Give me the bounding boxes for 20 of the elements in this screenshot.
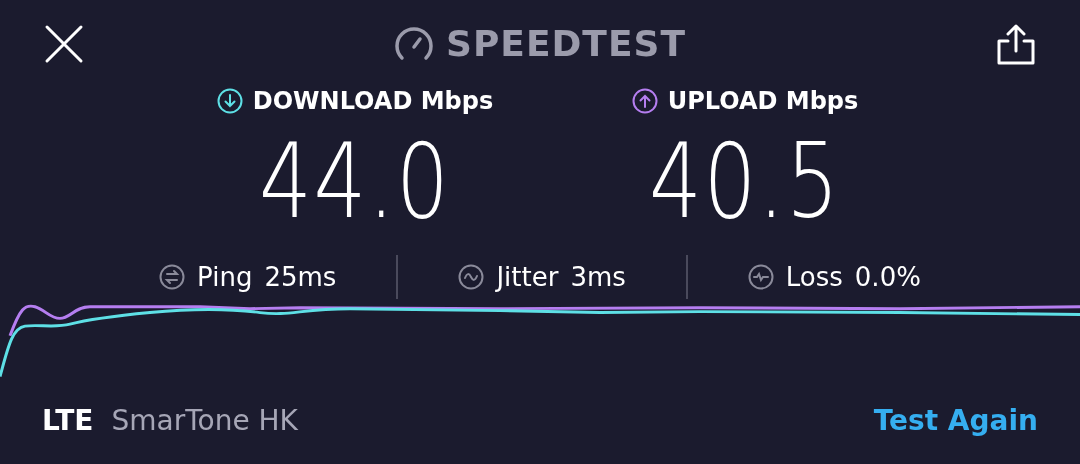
- result-label: DOWNLOAD Mbps: [252, 87, 494, 116]
- metric-label: Ping: [197, 262, 253, 293]
- metric-label: Loss: [785, 262, 843, 293]
- result-label: UPLOAD Mbps: [667, 87, 859, 116]
- swap-arrows-icon: [159, 264, 186, 291]
- metric-label: Jitter: [496, 262, 559, 293]
- carrier-name: SmarTone HK: [111, 403, 298, 437]
- close-icon: [44, 23, 84, 64]
- result-value: 40.5: [649, 129, 841, 234]
- test-again-link[interactable]: Test Again: [873, 403, 1038, 437]
- metric-value: 25ms: [264, 262, 337, 293]
- result-value: 44.0: [259, 129, 451, 234]
- network-type: LTE: [42, 403, 94, 437]
- share-icon: [996, 22, 1036, 65]
- metric-value: 3ms: [570, 262, 626, 293]
- pulse-icon: [747, 264, 774, 291]
- app-title: SPEEDTEST: [446, 23, 686, 65]
- wave-icon: [458, 264, 485, 291]
- gauge-icon: [394, 26, 434, 61]
- metric-value: 0.0%: [854, 262, 921, 293]
